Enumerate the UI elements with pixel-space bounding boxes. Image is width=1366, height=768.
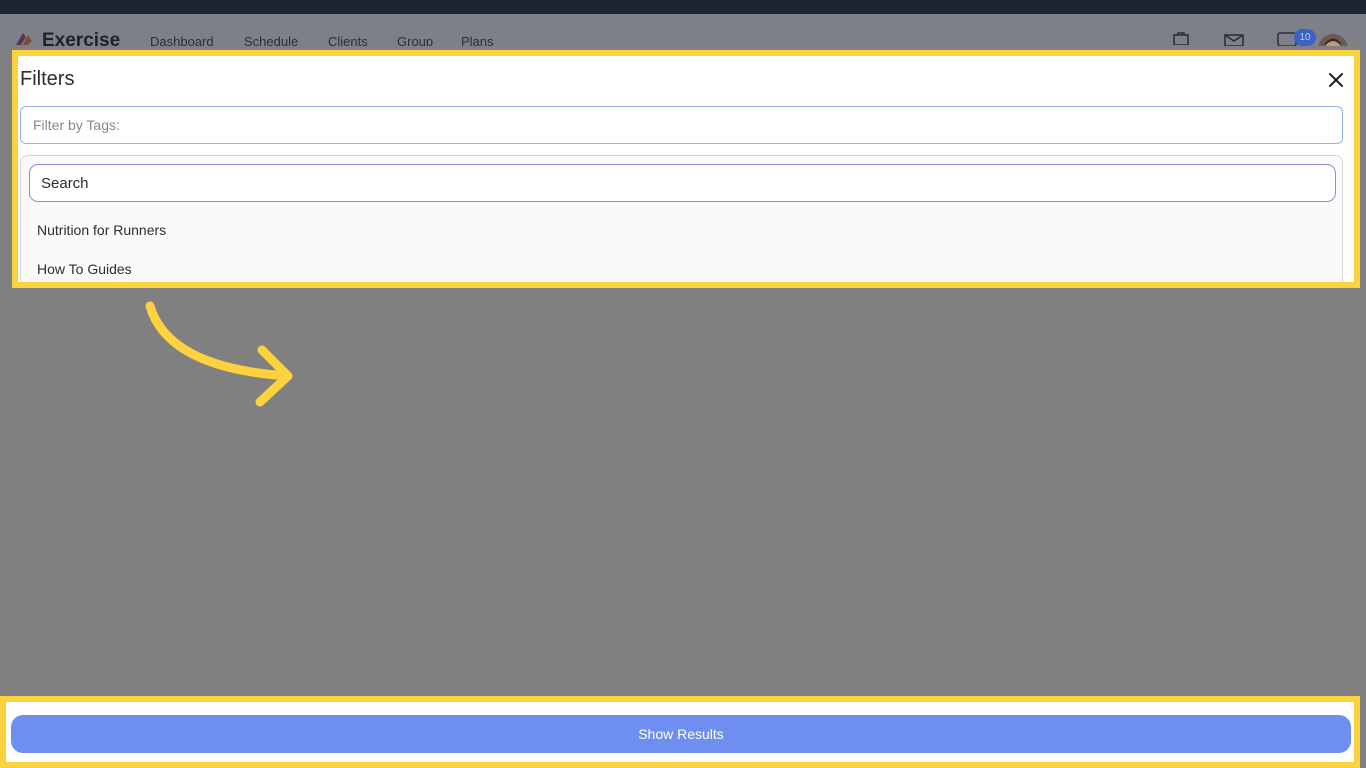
app-header: Exercise Dashboard Schedule Clients Grou… xyxy=(0,14,1366,64)
filter-by-tags-input[interactable] xyxy=(20,106,1343,144)
mail-icon[interactable] xyxy=(1224,34,1244,46)
notification-badge: 10 xyxy=(1294,29,1316,46)
shop-bag-icon[interactable] xyxy=(1172,31,1190,45)
tags-dropdown: Nutrition for Runners How To Guides xyxy=(20,155,1343,282)
option-how-to-guides[interactable]: How To Guides xyxy=(37,261,132,277)
close-icon[interactable] xyxy=(1324,68,1348,92)
results-footer: Show Results xyxy=(0,696,1360,768)
filters-panel: Filters Nutrition for Runners How To Gui… xyxy=(12,50,1360,288)
filters-title: Filters xyxy=(20,68,75,90)
app-logo-icon xyxy=(16,33,32,45)
window-top-strip xyxy=(0,0,1366,14)
search-input[interactable] xyxy=(29,164,1336,202)
option-nutrition-for-runners[interactable]: Nutrition for Runners xyxy=(37,222,166,238)
show-results-button[interactable]: Show Results xyxy=(11,715,1351,753)
annotation-arrow-icon xyxy=(145,301,293,407)
